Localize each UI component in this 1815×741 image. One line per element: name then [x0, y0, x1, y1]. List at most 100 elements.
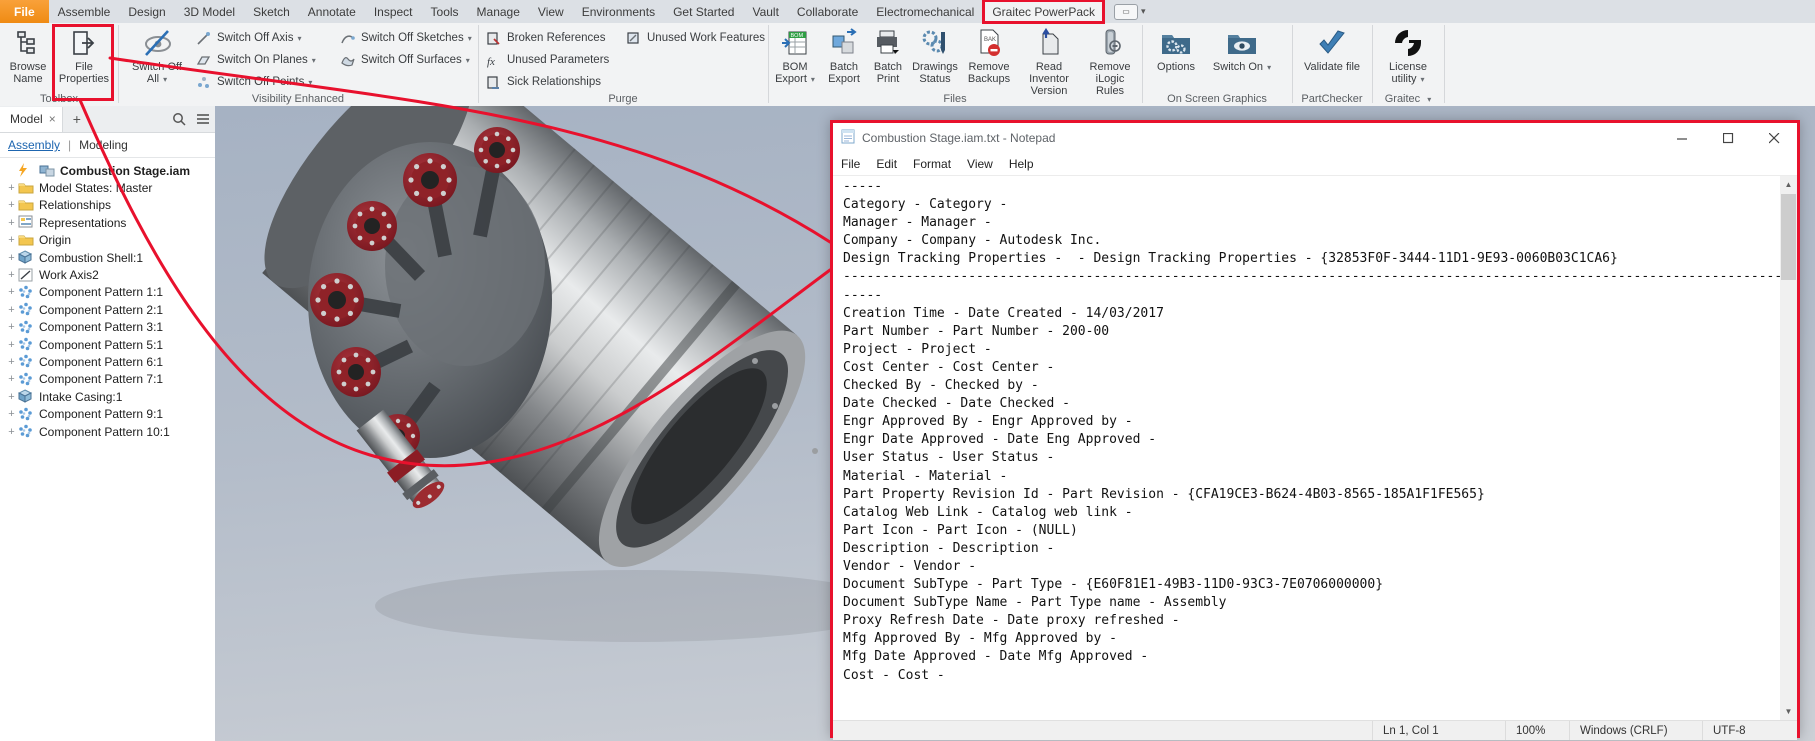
- expand-icon[interactable]: +: [5, 252, 18, 264]
- group-separator: [1444, 25, 1445, 103]
- hamburger-menu-icon[interactable]: [191, 107, 215, 131]
- menu-help[interactable]: Help: [1001, 157, 1042, 171]
- vertical-scrollbar[interactable]: ▲ ▼: [1780, 176, 1797, 720]
- switch-off-sketches-button[interactable]: Switch Off Sketches▾: [340, 28, 472, 48]
- expand-icon[interactable]: +: [5, 286, 18, 298]
- expand-icon[interactable]: +: [5, 234, 18, 246]
- expand-icon[interactable]: +: [5, 391, 18, 403]
- tree-item-representations[interactable]: + Representations: [0, 214, 215, 231]
- expand-icon[interactable]: +: [5, 182, 18, 194]
- scroll-up-icon[interactable]: ▲: [1780, 176, 1797, 193]
- tree-item-component-pattern-1[interactable]: + Component Pattern 1:1: [0, 284, 215, 301]
- remove-backups-button[interactable]: BAK Remove Backups: [962, 25, 1016, 85]
- unused-parameters-button[interactable]: fx Unused Parameters: [486, 50, 609, 70]
- menu-format[interactable]: Format: [905, 157, 959, 171]
- ribbon-display-toggle[interactable]: ▭ ▾: [1114, 0, 1146, 23]
- tree-item-relationships[interactable]: + Relationships: [0, 197, 215, 214]
- read-inventor-version-button[interactable]: Read Inventor Version: [1018, 25, 1080, 97]
- tree-item-work-axis2[interactable]: + Work Axis2: [0, 266, 215, 283]
- tree-item-component-pattern-9[interactable]: + Component Pattern 9:1: [0, 405, 215, 422]
- tree-item-component-pattern-3[interactable]: + Component Pattern 3:1: [0, 319, 215, 336]
- sick-relationships-button[interactable]: Sick Relationships: [486, 72, 601, 92]
- switch-off-surfaces-button[interactable]: Switch Off Surfaces▾: [340, 50, 470, 70]
- browse-name-button[interactable]: Browse Name: [4, 25, 52, 85]
- switch-off-points-button[interactable]: Switch Off Points▾: [196, 72, 312, 92]
- scrollbar-thumb[interactable]: [1781, 194, 1796, 280]
- close-button[interactable]: [1751, 124, 1797, 153]
- tab-design[interactable]: Design: [119, 0, 174, 23]
- tree-item-component-pattern-2[interactable]: + Component Pattern 2:1: [0, 301, 215, 318]
- options-button[interactable]: Options: [1150, 25, 1202, 73]
- tree-item-component-pattern-7[interactable]: + Component Pattern 7:1: [0, 371, 215, 388]
- tree-item-root[interactable]: Combustion Stage.iam: [0, 162, 215, 179]
- switch-off-all-button[interactable]: Switch Off All▾: [126, 25, 188, 86]
- file-properties-button[interactable]: File Properties: [58, 25, 110, 85]
- tab-sketch[interactable]: Sketch: [244, 0, 299, 23]
- tab-graitec-powerpack[interactable]: Graitec PowerPack: [983, 0, 1104, 23]
- folder-icon: [18, 181, 35, 196]
- file-up-arrow-icon: [1034, 27, 1064, 59]
- tree-item-component-pattern-5[interactable]: + Component Pattern 5:1: [0, 336, 215, 353]
- text-line: Vendor - Vendor -: [843, 558, 1780, 576]
- expand-icon[interactable]: +: [5, 321, 18, 333]
- expand-icon[interactable]: +: [5, 426, 18, 438]
- license-utility-button[interactable]: License utility▾: [1378, 25, 1438, 86]
- validate-file-button[interactable]: Validate file: [1298, 25, 1366, 73]
- representations-icon: [18, 215, 35, 230]
- expand-icon[interactable]: +: [5, 304, 18, 316]
- tab-vault[interactable]: Vault: [743, 0, 787, 23]
- modeling-link[interactable]: Modeling: [79, 138, 128, 152]
- remove-ilogic-rules-button[interactable]: Remove iLogic Rules: [1082, 25, 1138, 97]
- notepad-text-area[interactable]: -----Category - Category - Manager - Man…: [833, 176, 1780, 720]
- drawings-status-button[interactable]: Drawings Status: [910, 25, 960, 85]
- switch-on-button[interactable]: Switch On▾: [1212, 25, 1272, 74]
- menu-file[interactable]: File: [833, 157, 868, 171]
- switch-on-planes-button[interactable]: Switch On Planes▾: [196, 50, 316, 70]
- expand-icon[interactable]: +: [5, 269, 18, 281]
- fx-icon: fx: [486, 53, 503, 68]
- tree-item-intake-casing[interactable]: + Intake Casing:1: [0, 388, 215, 405]
- tab-manage[interactable]: Manage: [468, 0, 529, 23]
- bom-export-button[interactable]: BOM BOM Export▾: [772, 25, 818, 86]
- add-browser-tab-button[interactable]: +: [63, 111, 91, 127]
- expand-icon[interactable]: +: [5, 339, 18, 351]
- scroll-down-icon[interactable]: ▼: [1780, 703, 1797, 720]
- unused-work-features-button[interactable]: Unused Work Features: [626, 28, 765, 48]
- broken-references-button[interactable]: Broken References: [486, 28, 605, 48]
- tab-view[interactable]: View: [529, 0, 573, 23]
- tab-collaborate[interactable]: Collaborate: [788, 0, 867, 23]
- menu-edit[interactable]: Edit: [868, 157, 905, 171]
- tab-annotate[interactable]: Annotate: [299, 0, 365, 23]
- browser-tab-model[interactable]: Model×: [0, 107, 63, 132]
- tree-item-component-pattern-6[interactable]: + Component Pattern 6:1: [0, 353, 215, 370]
- maximize-button[interactable]: [1705, 124, 1751, 153]
- switch-off-axis-button[interactable]: Switch Off Axis▾: [196, 28, 302, 48]
- tab-assemble[interactable]: Assemble: [49, 0, 120, 23]
- expand-icon[interactable]: +: [5, 217, 18, 229]
- close-icon[interactable]: ×: [49, 112, 56, 126]
- tab-tools[interactable]: Tools: [422, 0, 468, 23]
- batch-print-button[interactable]: Batch Print: [868, 25, 908, 85]
- tree-item-component-pattern-10[interactable]: + Component Pattern 10:1: [0, 423, 215, 440]
- tab-3d-model[interactable]: 3D Model: [175, 0, 244, 23]
- tab-get-started[interactable]: Get Started: [664, 0, 743, 23]
- search-icon[interactable]: [167, 107, 191, 131]
- tree-item-combustion-shell[interactable]: + Combustion Shell:1: [0, 249, 215, 266]
- tab-electromechanical[interactable]: Electromechanical: [867, 0, 983, 23]
- notepad-title-bar[interactable]: Combustion Stage.iam.txt - Notepad: [833, 123, 1797, 153]
- assembly-link[interactable]: Assembly: [8, 138, 60, 152]
- tab-inspect[interactable]: Inspect: [365, 0, 422, 23]
- minimize-button[interactable]: [1659, 124, 1705, 153]
- expand-icon[interactable]: +: [5, 408, 18, 420]
- dropdown-arrow-icon: ▾: [308, 78, 312, 87]
- tree-item-origin[interactable]: + Origin: [0, 232, 215, 249]
- expand-icon[interactable]: +: [5, 199, 18, 211]
- tree-item-model-states[interactable]: + Model States: Master: [0, 179, 215, 196]
- batch-export-button[interactable]: Batch Export: [822, 25, 866, 85]
- menu-view[interactable]: View: [959, 157, 1001, 171]
- expand-icon[interactable]: +: [5, 373, 18, 385]
- expand-icon[interactable]: +: [5, 356, 18, 368]
- tab-environments[interactable]: Environments: [573, 0, 664, 23]
- ribbon-group-toolbox: Browse Name File Properties Toolbox: [0, 23, 118, 106]
- tab-file[interactable]: File: [0, 0, 49, 23]
